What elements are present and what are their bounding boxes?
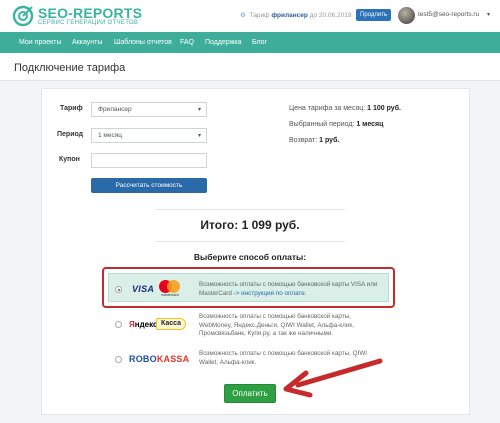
price-label: Цена тарифа за месяц: xyxy=(289,105,366,112)
top-header: SEO-REPORTS Сервис генерации отчетов ⚙ Т… xyxy=(0,0,500,32)
chevron-down-icon[interactable]: ▾ xyxy=(487,11,490,18)
payment-card-description: Возможность оплаты с помощью банковской … xyxy=(199,281,385,298)
refund-value: 1 руб. xyxy=(319,137,340,144)
nav-item-templates[interactable]: Шаблоны отчетов xyxy=(114,39,172,46)
divider xyxy=(155,209,345,210)
user-email[interactable]: test5@seo-reports.ru xyxy=(418,11,479,18)
payment-radio-yandex[interactable] xyxy=(115,321,122,328)
period-select-value: 1 месяц xyxy=(98,132,122,139)
tariff-select-value: Фрилансер xyxy=(98,106,132,113)
selected-period-label: Выбранный период: xyxy=(289,121,355,128)
refund-label: Возврат: xyxy=(289,137,318,144)
mastercard-logo: mastercard xyxy=(156,280,184,298)
nav-item-faq[interactable]: FAQ xyxy=(180,39,194,46)
main-nav: Мои проекты Аккаунты Шаблоны отчетов FAQ… xyxy=(0,32,500,53)
coupon-input[interactable] xyxy=(91,153,207,168)
logo[interactable]: SEO-REPORTS Сервис генерации отчетов xyxy=(12,3,232,29)
payment-radio-robokassa[interactable] xyxy=(115,356,122,363)
period-label: Период xyxy=(57,131,84,138)
extend-button[interactable]: Продлить xyxy=(356,9,392,21)
tariff-select[interactable]: Фрилансер ▾ xyxy=(91,102,207,117)
payment-yandex-description: Возможность оплаты с помощью банковской … xyxy=(199,313,354,337)
price-value: 1 100 руб. xyxy=(367,105,401,112)
tariff-label: Тариф xyxy=(60,105,83,112)
page-title-bar: Подключение тарифа xyxy=(0,53,500,81)
robokassa-logo-robo: ROBO xyxy=(129,354,157,364)
nav-item-projects[interactable]: Мои проекты xyxy=(19,39,62,46)
gear-icon: ⚙ xyxy=(240,12,246,19)
tariff-name[interactable]: фрилансер xyxy=(271,12,308,19)
refund: Возврат: 1 руб. xyxy=(289,137,339,144)
price-per-month: Цена тарифа за месяц: 1 100 руб. xyxy=(289,105,401,112)
red-arrow-icon xyxy=(283,358,383,398)
kassa-badge: Касса xyxy=(156,318,187,330)
logo-subtitle: Сервис генерации отчетов xyxy=(38,20,139,26)
avatar[interactable] xyxy=(398,7,415,24)
logo-icon xyxy=(12,5,34,27)
payment-radio-card[interactable] xyxy=(115,286,122,293)
selected-period-value: 1 месяц xyxy=(356,121,384,128)
yandex-logo-rest: ндекс xyxy=(134,320,158,329)
payment-instruction-link[interactable]: -> инструкция по оплате. xyxy=(234,290,307,297)
tariff-info: ⚙ Тариф фрилансер до 20.06.2019 xyxy=(240,11,351,19)
logo-title: SEO-REPORTS xyxy=(38,5,143,21)
page-title: Подключение тарифа xyxy=(14,62,126,74)
coupon-label: Купон xyxy=(59,156,80,163)
mastercard-wordmark: mastercard xyxy=(161,293,179,297)
tariff-prefix: Тариф xyxy=(249,12,270,19)
robokassa-logo-kassa: KASSA xyxy=(156,354,190,364)
calculate-button[interactable]: Рассчитать стоимость xyxy=(91,178,207,193)
choose-payment-heading: Выберите способ оплаты: xyxy=(193,252,307,262)
period-select[interactable]: 1 месяц ▾ xyxy=(91,128,207,143)
divider xyxy=(155,241,345,242)
chevron-down-icon: ▾ xyxy=(197,133,201,139)
robokassa-logo: ROBOKASSA xyxy=(129,354,189,364)
mastercard-orange-circle xyxy=(167,280,180,293)
total-amount: Итого: 1 099 руб. xyxy=(200,218,300,232)
yandex-logo: Яндекс xyxy=(129,320,157,329)
tariff-until: до 20.06.2019 xyxy=(309,12,352,19)
chevron-down-icon: ▾ xyxy=(197,107,201,113)
selected-period: Выбранный период: 1 месяц xyxy=(289,121,383,128)
visa-logo: VISA xyxy=(132,284,155,294)
nav-item-accounts[interactable]: Аккаунты xyxy=(72,39,102,46)
pay-button[interactable]: Оплатить xyxy=(224,384,276,403)
nav-item-support[interactable]: Поддержка xyxy=(205,39,242,46)
nav-item-blog[interactable]: Блог xyxy=(252,39,267,46)
